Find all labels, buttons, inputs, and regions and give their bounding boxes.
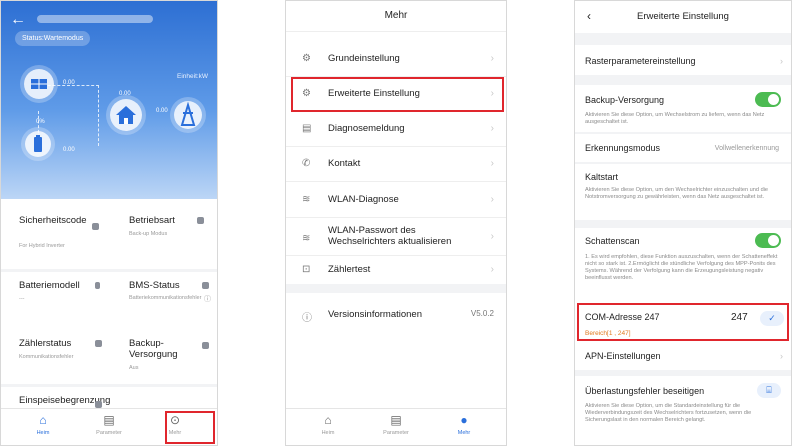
overload-fault-row: Überlastungsfehler beseitigen ⌸ Aktivier…: [575, 376, 791, 445]
chevron-right-icon: ›: [490, 123, 494, 134]
highlight-box: [165, 411, 215, 444]
unit-label: Einheit:kW: [177, 73, 209, 80]
home-icon: ⌂: [39, 413, 47, 427]
status-badge: Status:Wartemodus: [15, 31, 91, 46]
battery-model-sub: ---: [19, 296, 25, 302]
pv-value: 0.00: [63, 80, 75, 86]
detection-mode-row[interactable]: Erkennungsmodus Vollwellenerkennung: [575, 134, 791, 162]
battery-value: 0.00: [63, 147, 75, 153]
header: ‹ Erweiterte Einstellung: [575, 1, 791, 33]
shadow-scan-row: Schattenscan 1. Es wird empfohlen, diese…: [575, 228, 791, 306]
bms-status-title: BMS-Status: [129, 280, 180, 291]
document-icon: ▤: [103, 413, 115, 427]
battery-icon: [34, 135, 42, 152]
energy-flow-panel: ← Status:Wartemodus Einheit:kW 0.00 0.00…: [1, 1, 217, 199]
section-gap: [286, 284, 506, 293]
more-screen: Mehr ⚙ Grundeinstellung › ⚙ Erweiterte E…: [285, 0, 507, 446]
load-value: 0.00: [156, 108, 168, 114]
page-title: Erweiterte Einstellung: [637, 11, 729, 22]
wifi-icon: ≋: [302, 194, 311, 205]
tab-more[interactable]: ● Mehr: [434, 413, 494, 436]
tab-parameter[interactable]: ▤ Parameter: [366, 413, 426, 436]
report-icon: ▤: [302, 123, 312, 134]
tab-bar: ⌂ Heim ▤ Parameter ● Mehr: [286, 408, 506, 445]
chevron-right-icon: ›: [490, 231, 494, 242]
detection-mode-value: Vollwellenerkennung: [714, 145, 779, 152]
grid-node[interactable]: [174, 101, 202, 129]
solar-panel-icon: [31, 79, 47, 89]
home-node[interactable]: [110, 99, 142, 131]
feed-limit-title: Einspeisebegrenzung: [19, 395, 111, 406]
page-title: Mehr: [286, 1, 506, 32]
tab-home[interactable]: ⌂ Heim: [13, 413, 73, 436]
divider: [286, 217, 506, 218]
device-serial-blurred: [37, 15, 153, 23]
info-card-row-2: Batteriemodell --- BMS-Status Batterieko…: [1, 272, 217, 332]
wifi-lock-icon: ≋: [302, 233, 311, 244]
battery-small-icon: [95, 282, 100, 289]
divider: [286, 255, 506, 256]
info-icon[interactable]: ⓘ: [204, 296, 211, 303]
version-value: V5.0.2: [470, 309, 494, 318]
info-card-row-1: Sicherheitscode For Hybrid Inverter Betr…: [1, 199, 217, 269]
grid-value: 0.00: [119, 91, 131, 97]
raster-settings-row[interactable]: Rasterparametereinstellung ›: [575, 45, 791, 75]
chevron-right-icon: ›: [490, 158, 494, 169]
bms-icon: [202, 282, 209, 289]
highlight-box: [291, 77, 504, 112]
clear-fault-button[interactable]: ⌸: [757, 383, 781, 398]
highlight-box: [577, 303, 789, 341]
meter-icon: ⊡: [302, 264, 311, 275]
meter-status-title: Zählerstatus: [19, 338, 72, 349]
back-arrow-icon[interactable]: ←: [10, 11, 26, 29]
phone-icon: ✆: [302, 158, 311, 169]
layers-icon: [197, 217, 204, 224]
divider: [286, 181, 506, 182]
battery-node[interactable]: [25, 131, 51, 157]
meter-icon: [95, 340, 102, 347]
backup-title: Backup-Versorgung: [129, 338, 178, 360]
info-icon: ⓘ: [302, 313, 312, 324]
pv-node[interactable]: [24, 69, 54, 99]
chevron-right-icon: ›: [780, 56, 783, 66]
shield-icon: [92, 223, 99, 230]
divider: [286, 146, 506, 147]
backup-toggle[interactable]: [755, 92, 781, 107]
mode-title: Betriebsart: [129, 215, 175, 226]
safety-code-sub: For Hybrid Inverter: [19, 243, 65, 249]
shadow-scan-toggle[interactable]: [755, 233, 781, 248]
chevron-right-icon: ›: [490, 194, 494, 205]
document-icon: ▤: [390, 413, 402, 427]
chevron-right-icon: ›: [490, 264, 494, 275]
info-card-row-3: Zählerstatus Kommunikationsfehler Backup…: [1, 332, 217, 384]
house-icon: [116, 106, 136, 124]
advanced-settings-screen: ‹ Erweiterte Einstellung Rasterparameter…: [574, 0, 792, 446]
home-screen: ← Status:Wartemodus Einheit:kW 0.00 0.00…: [0, 0, 218, 446]
backup-supply-row: Backup-Versorgung Aktivieren Sie diese O…: [575, 85, 791, 132]
tab-home[interactable]: ⌂ Heim: [298, 413, 358, 436]
chevron-right-icon: ›: [780, 351, 783, 361]
apn-settings-row[interactable]: APN-Einstellungen ›: [575, 342, 791, 370]
backup-icon: [202, 342, 209, 349]
bms-status-sub: Batteriekommunikationsfehler: [129, 295, 202, 301]
gear-icon: ⚙: [302, 53, 311, 64]
more-dots-icon: ●: [460, 413, 468, 427]
battery-model-title: Batteriemodell: [19, 280, 80, 291]
feed-limit-icon: [95, 401, 102, 408]
safety-code-title: Sicherheitscode: [19, 215, 87, 226]
battery-soc: 0%: [36, 119, 45, 125]
backup-sub: Aus: [129, 365, 139, 371]
home-icon: ⌂: [324, 413, 332, 427]
power-tower-icon: [180, 101, 196, 126]
mode-sub: Back-up Modus: [129, 231, 168, 237]
tab-parameter[interactable]: ▤ Parameter: [79, 413, 139, 436]
cold-start-row: Kaltstart Aktivieren Sie diese Option, u…: [575, 164, 791, 220]
meter-status-sub: Kommunikationsfehler: [19, 354, 74, 360]
chevron-right-icon: ›: [490, 53, 494, 64]
